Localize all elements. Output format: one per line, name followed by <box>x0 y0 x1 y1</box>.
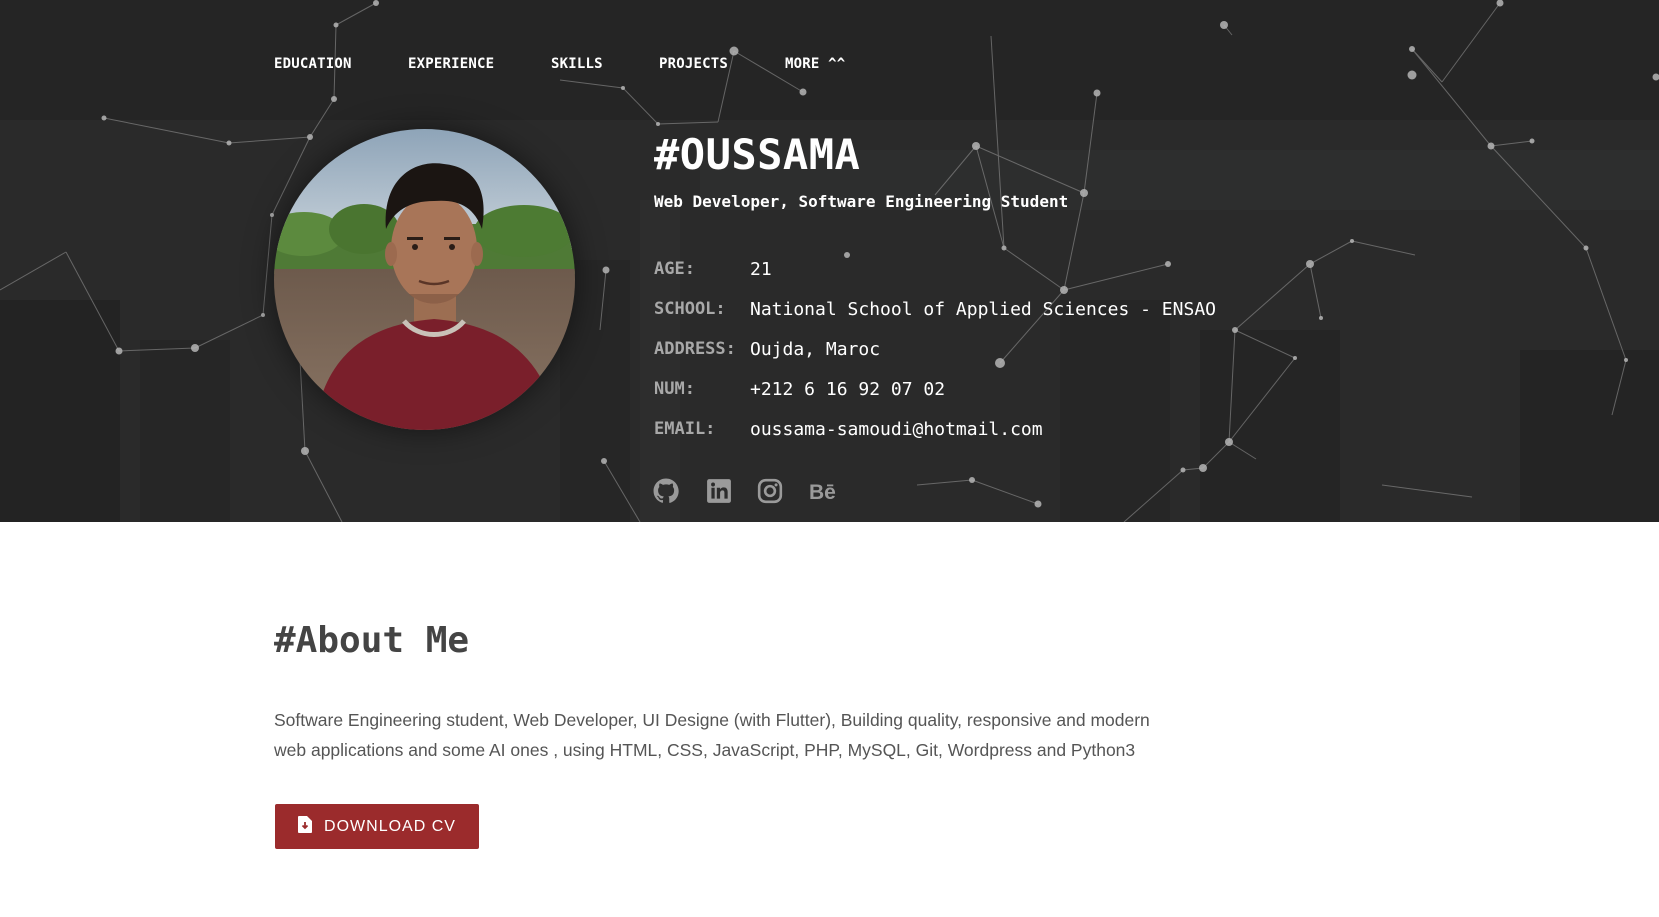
download-cv-button[interactable]: DOWNLOAD CV <box>275 804 479 849</box>
network-particles <box>0 0 1659 522</box>
info-label: ADDRESS: <box>654 339 736 359</box>
svg-text:Bē: Bē <box>809 481 836 504</box>
info-value: National School of Applied Sciences - EN… <box>750 299 1216 320</box>
nav-experience[interactable]: EXPERIENCE <box>408 56 494 72</box>
profile-name: #OUSSAMA <box>654 130 861 179</box>
file-download-icon <box>298 815 313 838</box>
profile-subtitle: Web Developer, Software Engineering Stud… <box>654 192 1069 211</box>
linkedin-icon[interactable] <box>706 478 732 504</box>
nav-projects[interactable]: PROJECTS <box>659 56 728 72</box>
info-value: 21 <box>750 259 772 280</box>
download-cv-label: DOWNLOAD CV <box>324 817 456 835</box>
info-label: EMAIL: <box>654 419 716 439</box>
nav-education[interactable]: EDUCATION <box>274 56 352 72</box>
info-value: Oujda, Maroc <box>750 339 881 360</box>
hero-section: EDUCATION EXPERIENCE SKILLS PROJECTS MOR… <box>0 0 1659 522</box>
about-title: #About Me <box>274 620 470 661</box>
info-label: NUM: <box>654 379 695 399</box>
instagram-icon[interactable] <box>757 478 783 504</box>
nav-skills[interactable]: SKILLS <box>551 56 603 72</box>
about-text: Software Engineering student, Web Develo… <box>274 710 1150 760</box>
github-icon[interactable] <box>653 478 679 504</box>
info-label: SCHOOL: <box>654 299 726 319</box>
behance-icon[interactable]: Bē <box>809 478 841 504</box>
avatar <box>274 129 575 430</box>
nav-more[interactable]: MORE ^^ <box>785 56 845 72</box>
info-label: AGE: <box>654 259 695 279</box>
info-value: +212 6 16 92 07 02 <box>750 379 946 400</box>
info-value: oussama-samoudi@hotmail.com <box>750 419 1043 440</box>
